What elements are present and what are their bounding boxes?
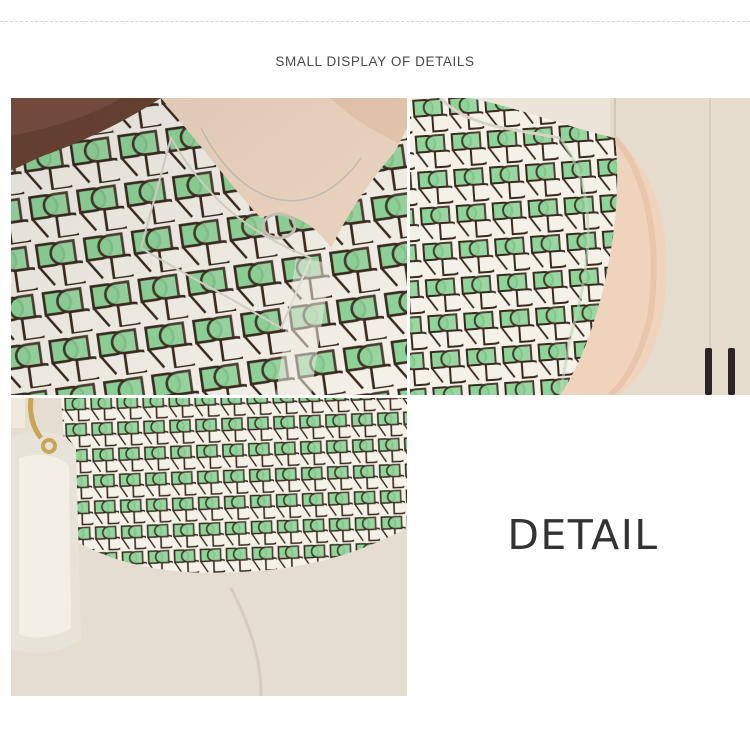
collar-photo-art <box>11 98 407 395</box>
top-divider <box>0 21 750 22</box>
waist-photo-art <box>11 398 407 696</box>
collar-detail-photo <box>11 98 407 395</box>
section-title: SMALL DISPLAY OF DETAILS <box>275 54 475 69</box>
shoulder-detail-photo <box>410 98 750 395</box>
shoulder-photo-art <box>410 98 750 395</box>
detail-label-panel: DETAIL <box>410 398 750 696</box>
detail-label: DETAIL <box>507 511 659 559</box>
waist-detail-photo <box>11 398 407 696</box>
